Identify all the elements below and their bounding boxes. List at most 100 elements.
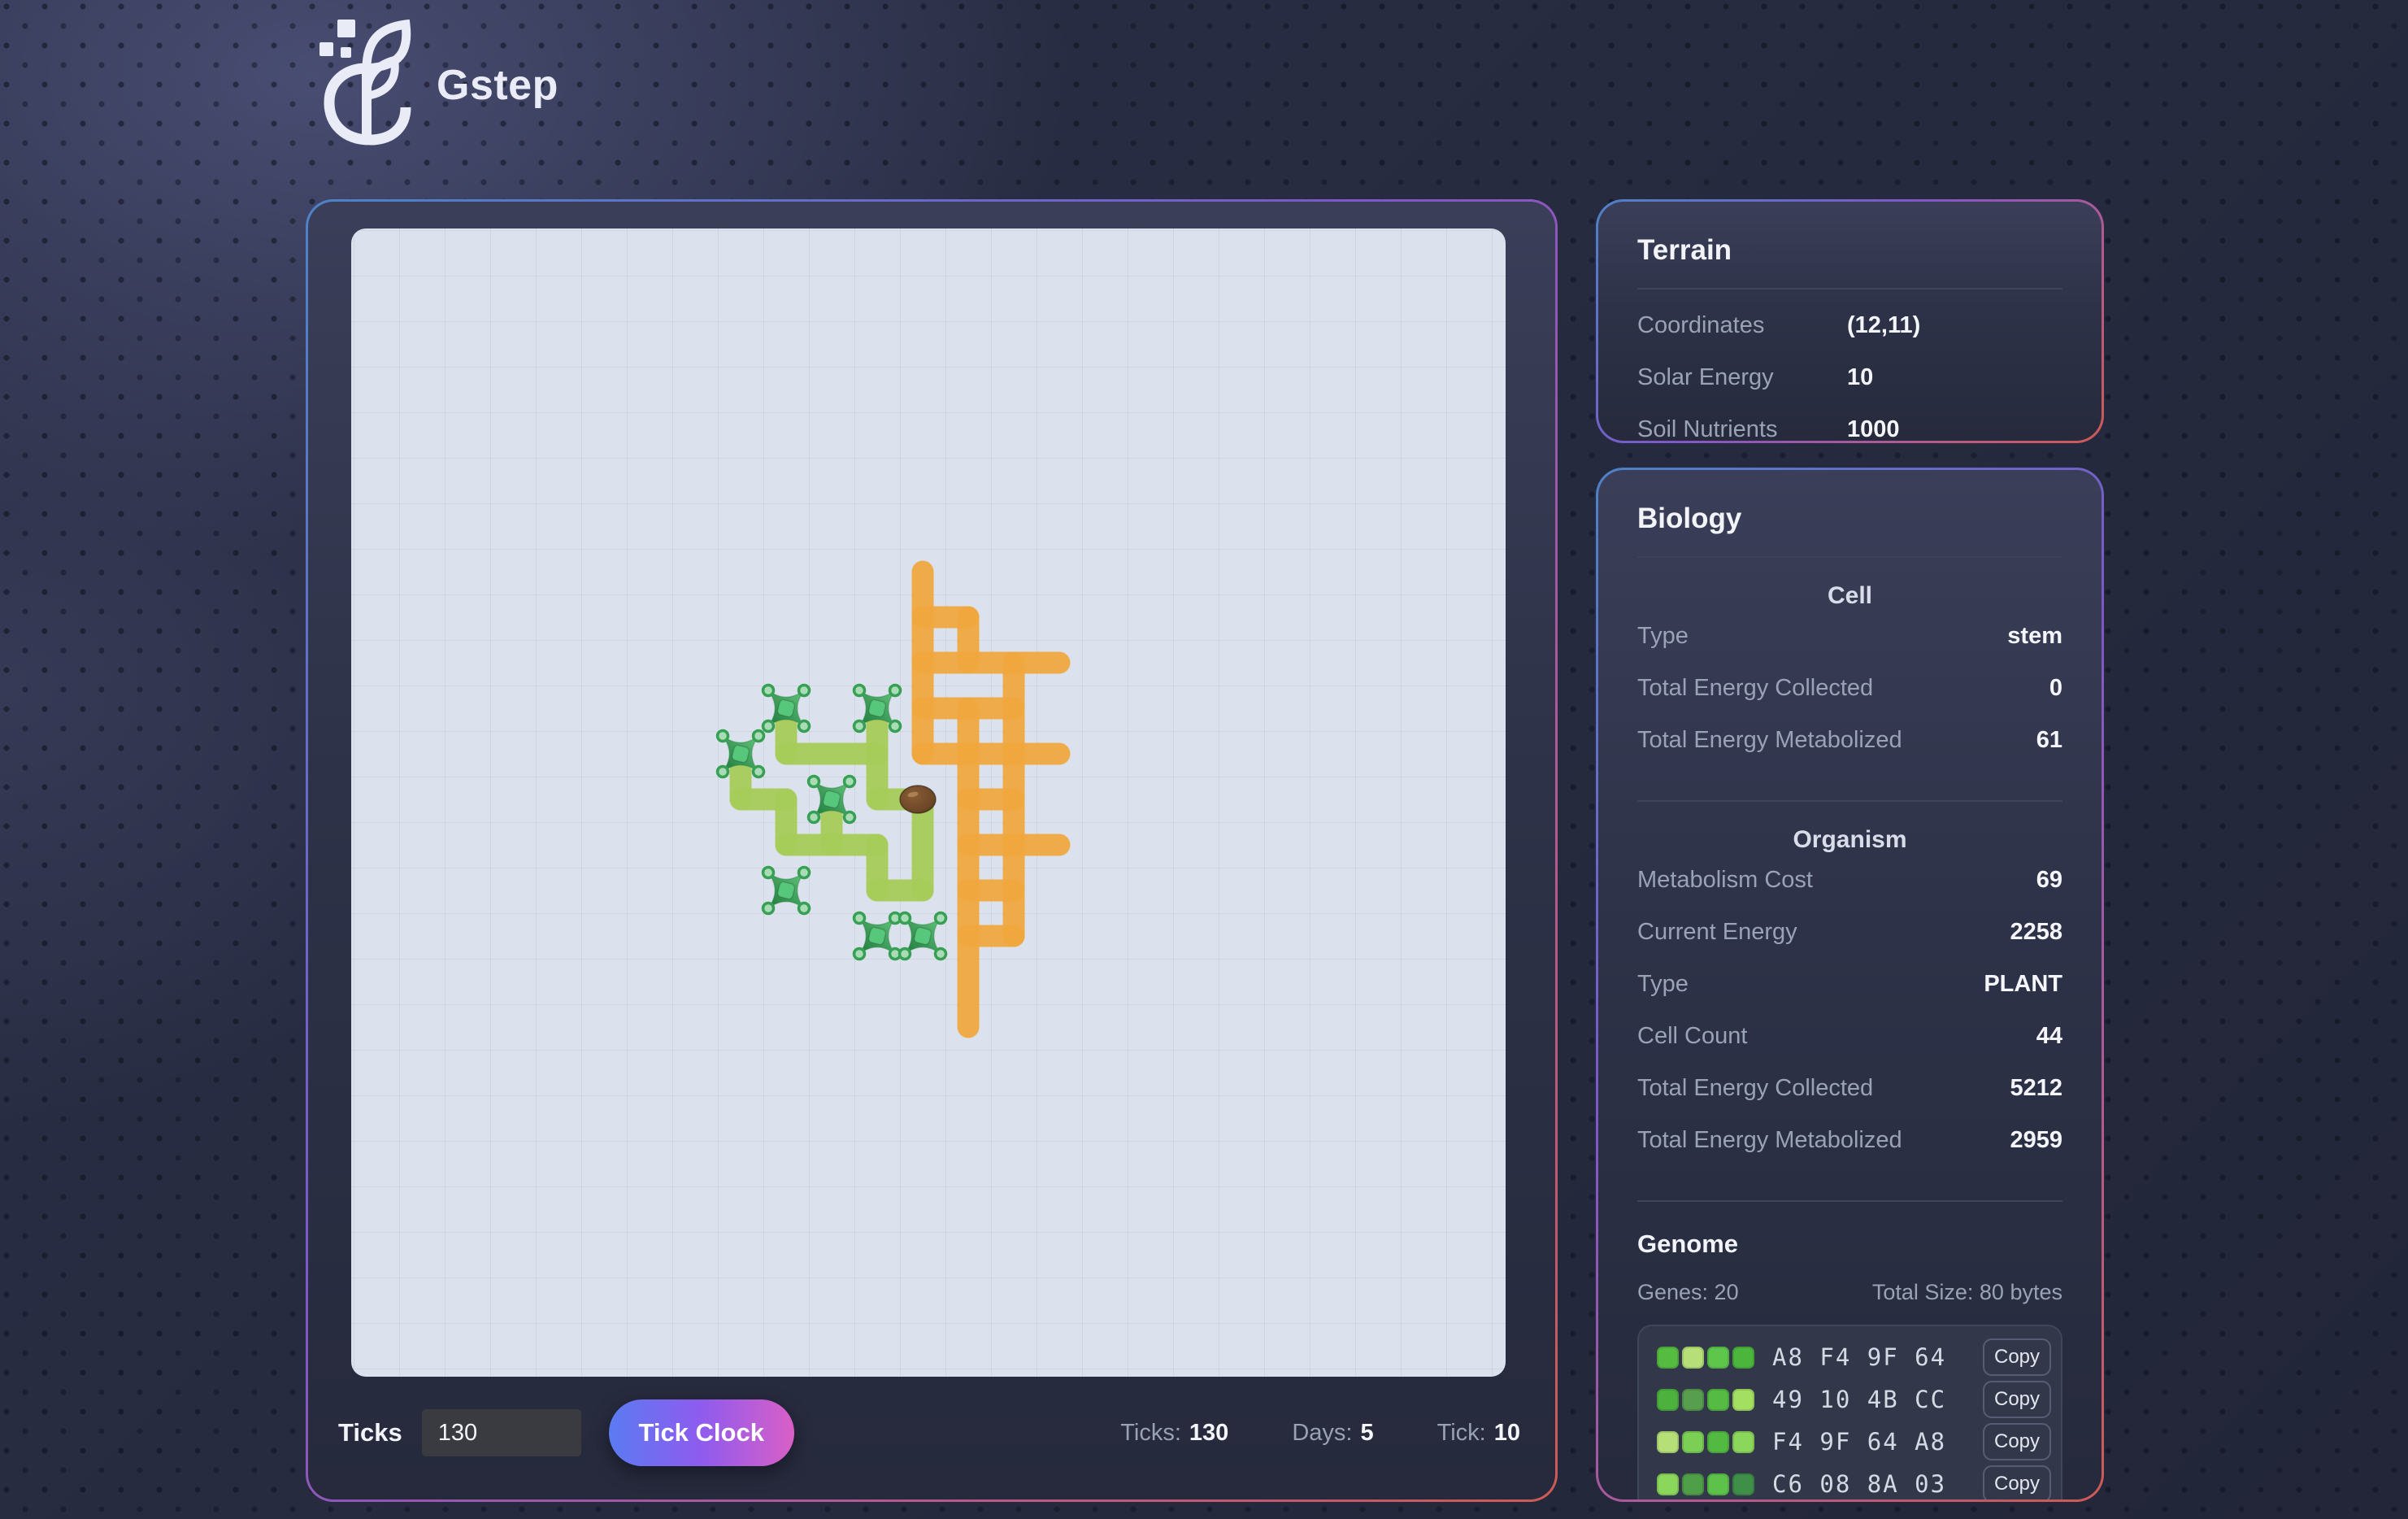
- tick-clock-button[interactable]: Tick Clock: [608, 1399, 794, 1466]
- terrain-soil-label: Soil Nutrients: [1637, 416, 1778, 441]
- gene-color-swatch: [1732, 1430, 1754, 1453]
- app-logo-icon: [319, 18, 415, 152]
- gene-bytes: F4 9F 64 A8: [1772, 1428, 1947, 1456]
- organism-type-value: PLANT: [1984, 971, 2062, 997]
- cell-row-collected: Total Energy Collected 0: [1637, 675, 2062, 727]
- gene-row: F4 9F 64 A8 Copy: [1657, 1421, 2051, 1463]
- gene-copy-button[interactable]: Copy: [1983, 1381, 2051, 1418]
- biology-divider-3: [1637, 1200, 2062, 1202]
- organism-row-type: Type PLANT: [1637, 971, 2062, 1023]
- gene-color-swatch: [1707, 1430, 1729, 1453]
- cell-collected-value: 0: [2049, 675, 2062, 701]
- cell-section-heading: Cell: [1827, 582, 1873, 609]
- terrain-row-solar: Solar Energy 10: [1637, 364, 2062, 416]
- biology-title: Biology: [1637, 503, 1742, 534]
- controls-bar: Ticks Tick Clock Ticks: 130 Days: 5 Tick…: [335, 1388, 1528, 1478]
- stat-days-value: 5: [1360, 1419, 1374, 1446]
- gene-copy-button[interactable]: Copy: [1983, 1423, 2051, 1460]
- gene-copy-button[interactable]: Copy: [1983, 1465, 2051, 1499]
- terrain-row-soil: Soil Nutrients 1000: [1637, 416, 2062, 441]
- organism-row-metabolized: Total Energy Metabolized 2959: [1637, 1127, 2062, 1179]
- terrain-coordinates-label: Coordinates: [1637, 312, 1765, 338]
- stat-tick-value: 10: [1493, 1419, 1520, 1446]
- organism-metabolized-value: 2959: [2010, 1127, 2062, 1153]
- genome-total-size: Total Size: 80 bytes: [1871, 1280, 2062, 1304]
- organism-energy-label: Current Energy: [1637, 919, 1797, 945]
- organism-row-cellcount: Cell Count 44: [1637, 1023, 2062, 1075]
- gene-color-swatch: [1682, 1346, 1704, 1369]
- gene-color-swatch: [1732, 1473, 1754, 1495]
- clock-stats: Ticks: 130 Days: 5 Tick: 10: [1120, 1420, 1525, 1447]
- simulation-card: Ticks Tick Clock Ticks: 130 Days: 5 Tick…: [306, 199, 1558, 1502]
- organism-row-metabolism: Metabolism Cost 69: [1637, 867, 2062, 919]
- organism-type-label: Type: [1637, 971, 1689, 997]
- app-header: Gstep: [319, 18, 559, 152]
- cell-metabolized-value: 61: [2036, 727, 2062, 753]
- gene-row: C6 08 8A 03 Copy: [1657, 1463, 2051, 1499]
- gene-color-swatch: [1657, 1346, 1679, 1369]
- stat-ticks: Ticks: 130: [1120, 1420, 1228, 1447]
- organism-row-collected: Total Energy Collected 5212: [1637, 1075, 2062, 1127]
- gene-bytes: 49 10 4B CC: [1772, 1386, 1947, 1413]
- ticks-input[interactable]: [421, 1409, 581, 1456]
- terrain-coordinates-value: (12,11): [1847, 312, 1921, 338]
- terrain-panel: Terrain Coordinates (12,11) Solar Energy…: [1596, 199, 2104, 443]
- gene-color-swatch: [1657, 1388, 1679, 1411]
- gene-color-swatch: [1707, 1388, 1729, 1411]
- gene-list[interactable]: A8 F4 9F 64 Copy 49 10 4B CC Copy F4 9F 64 A…: [1637, 1325, 2062, 1499]
- gene-copy-button[interactable]: Copy: [1983, 1338, 2051, 1376]
- stat-days-label: Days:: [1292, 1419, 1353, 1446]
- ticks-input-label: Ticks: [338, 1418, 402, 1447]
- organism-collected-label: Total Energy Collected: [1637, 1075, 1874, 1101]
- biology-divider-2: [1637, 800, 2062, 802]
- biology-panel: Biology Cell Type stem Total Energy Coll…: [1596, 468, 2104, 1502]
- gene-color-swatch: [1707, 1473, 1729, 1495]
- biology-divider-1: [1637, 556, 2062, 558]
- gene-color-swatch: [1707, 1346, 1729, 1369]
- world-canvas[interactable]: [351, 229, 1506, 1377]
- organism-energy-value: 2258: [2010, 919, 2062, 945]
- stat-tick-label: Tick:: [1437, 1419, 1486, 1446]
- gene-color-swatch: [1682, 1388, 1704, 1411]
- genome-genes-count: Genes: 20: [1637, 1280, 1739, 1304]
- gene-bytes: A8 F4 9F 64: [1772, 1343, 1947, 1371]
- terrain-row-coordinates: Coordinates (12,11): [1637, 312, 2062, 364]
- genome-meta: Genes: 20 Total Size: 80 bytes: [1637, 1280, 2062, 1305]
- page: { "app": { "title": "Gstep" }, "terrain"…: [0, 0, 2408, 1519]
- cell-row-metabolized: Total Energy Metabolized 61: [1637, 727, 2062, 779]
- cell-metabolized-label: Total Energy Metabolized: [1637, 727, 1902, 753]
- organism-collected-value: 5212: [2010, 1075, 2062, 1101]
- terrain-solar-label: Solar Energy: [1637, 364, 1774, 390]
- organism-metabolism-label: Metabolism Cost: [1637, 867, 1813, 893]
- stat-ticks-value: 130: [1189, 1419, 1229, 1446]
- stat-tick: Tick: 10: [1437, 1420, 1520, 1447]
- stat-ticks-label: Ticks:: [1120, 1419, 1181, 1446]
- organism-cellcount-value: 44: [2036, 1023, 2062, 1049]
- organism-metabolized-label: Total Energy Metabolized: [1637, 1127, 1902, 1153]
- organism-cellcount-label: Cell Count: [1637, 1023, 1748, 1049]
- gene-row: 49 10 4B CC Copy: [1657, 1378, 2051, 1421]
- cell-row-type: Type stem: [1637, 623, 2062, 675]
- cell-type-value: stem: [2007, 623, 2062, 649]
- terrain-divider: [1637, 288, 2062, 289]
- gene-row: A8 F4 9F 64 Copy: [1657, 1336, 2051, 1378]
- gene-bytes: C6 08 8A 03: [1772, 1470, 1947, 1498]
- stat-days: Days: 5: [1292, 1420, 1373, 1447]
- app-title: Gstep: [437, 61, 559, 109]
- organism-section-heading: Organism: [1793, 826, 1907, 853]
- seed-cell[interactable]: [899, 785, 937, 814]
- gene-color-swatch: [1732, 1346, 1754, 1369]
- world-svg: [351, 229, 1506, 1377]
- terrain-solar-value: 10: [1847, 364, 1874, 390]
- gene-color-swatch: [1657, 1430, 1679, 1453]
- gene-color-swatch: [1682, 1473, 1704, 1495]
- terrain-title: Terrain: [1637, 234, 1732, 266]
- cell-type-label: Type: [1637, 623, 1689, 649]
- cell-collected-label: Total Energy Collected: [1637, 675, 1874, 701]
- genome-title: Genome: [1637, 1230, 1739, 1258]
- gene-color-swatch: [1732, 1388, 1754, 1411]
- organism-row-energy: Current Energy 2258: [1637, 919, 2062, 971]
- gene-color-swatch: [1657, 1473, 1679, 1495]
- gene-color-swatch: [1682, 1430, 1704, 1453]
- terrain-soil-value: 1000: [1847, 416, 1900, 441]
